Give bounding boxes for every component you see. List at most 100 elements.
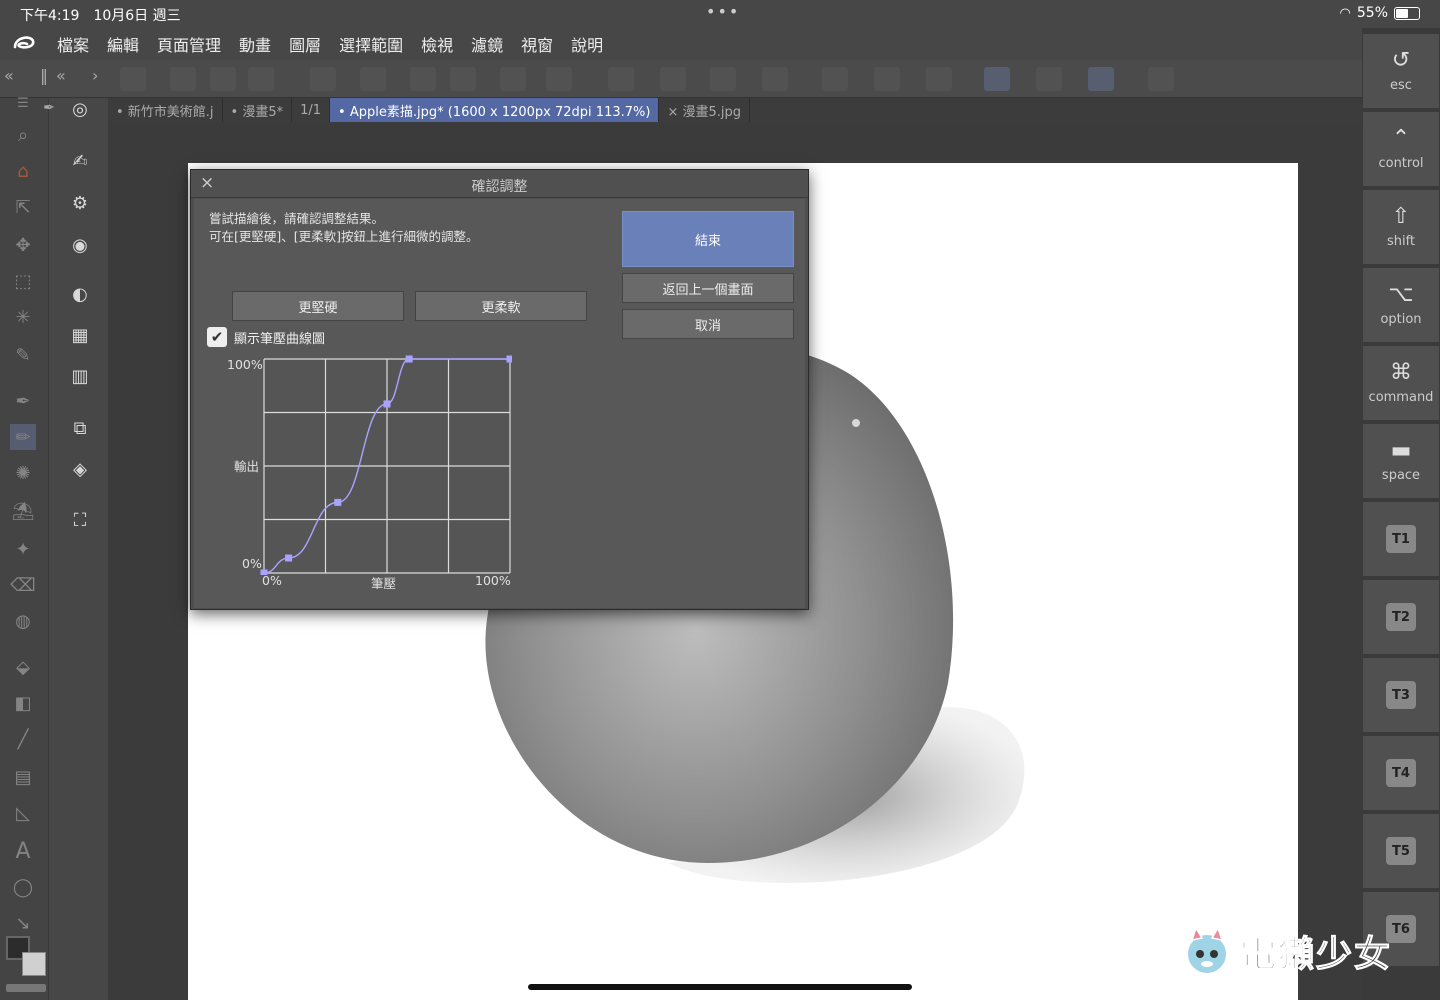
cancel-button[interactable]: 取消 <box>622 309 794 339</box>
decoration-icon[interactable]: ✦ <box>10 536 36 562</box>
crop-icon[interactable] <box>926 67 952 91</box>
open-icon[interactable] <box>210 67 236 91</box>
gradient-icon[interactable]: ◧ <box>10 690 36 716</box>
key-space[interactable]: ▬ space <box>1363 424 1439 498</box>
menu-window[interactable]: 視窗 <box>512 32 562 56</box>
invert-icon[interactable] <box>874 67 900 91</box>
cut-icon[interactable] <box>310 67 336 91</box>
key-t1[interactable]: T1 <box>1363 502 1439 576</box>
snap-icon[interactable] <box>984 67 1010 91</box>
operation-icon[interactable]: ⌂ <box>10 158 36 184</box>
back-button[interactable]: 返回上一個畫面 <box>622 273 794 303</box>
special-ruler-icon[interactable] <box>1088 67 1114 91</box>
color-set-icon[interactable]: ▦ <box>66 321 94 349</box>
pen-shortcut-icon[interactable]: ✒ <box>35 94 63 122</box>
transparent-color-swatch[interactable] <box>6 984 46 992</box>
key-t2[interactable]: T2 <box>1363 580 1439 654</box>
curve-control-point[interactable] <box>285 554 293 562</box>
brush-size-icon[interactable]: ◉ <box>66 231 94 259</box>
menu-view[interactable]: 檢視 <box>412 32 462 56</box>
help-icon[interactable] <box>1148 67 1174 91</box>
show-pressure-curve-checkbox[interactable]: ✔ <box>207 327 227 347</box>
key-option[interactable]: ⌥ option <box>1363 268 1439 342</box>
paste-icon[interactable] <box>410 67 436 91</box>
frame-icon[interactable]: ▤ <box>10 764 36 790</box>
harder-button[interactable]: 更堅硬 <box>232 291 404 321</box>
curve-control-point[interactable] <box>506 355 513 363</box>
key-shift[interactable]: ⇧ shift <box>1363 190 1439 264</box>
fill-bucket-icon[interactable]: ⬙ <box>10 654 36 680</box>
panel-split-icon[interactable]: ‖ <box>40 66 48 85</box>
navigator-icon[interactable]: ⛶ <box>66 506 94 534</box>
eraser-icon[interactable]: ⌫ <box>10 572 36 598</box>
tab-hsinchu-art-museum[interactable]: • 新竹市美術館.j <box>108 98 223 122</box>
marquee-icon[interactable]: ⬚ <box>10 268 36 294</box>
curve-control-point[interactable] <box>260 569 268 576</box>
menu-edit[interactable]: 編輯 <box>98 32 148 56</box>
transform-icon[interactable] <box>450 67 476 91</box>
tab-apple-sketch[interactable]: • Apple素描.jpg* (1600 x 1200px 72dpi 113.… <box>330 98 660 122</box>
redo-icon[interactable] <box>546 67 572 91</box>
eyedropper-icon[interactable]: ✎ <box>10 342 36 368</box>
menu-layer[interactable]: 圖層 <box>280 32 330 56</box>
collapse-left-icon[interactable]: « <box>4 66 14 85</box>
menu-filter[interactable]: 濾鏡 <box>462 32 512 56</box>
key-esc[interactable]: ↺ esc <box>1363 34 1439 108</box>
layers-icon[interactable]: ◈ <box>66 455 94 483</box>
new-file-icon[interactable] <box>170 67 196 91</box>
sub-tool-detail-icon[interactable]: ✍ <box>66 147 94 175</box>
save-icon[interactable] <box>248 67 274 91</box>
magic-wand-icon[interactable]: ✳ <box>10 304 36 330</box>
timeline-icon[interactable]: ▥ <box>66 362 94 390</box>
layer-property-icon[interactable]: ⧉ <box>66 414 94 442</box>
key-t4[interactable]: T4 <box>1363 736 1439 810</box>
curve-control-point[interactable] <box>405 355 413 363</box>
deselect-icon[interactable] <box>822 67 848 91</box>
fill-icon[interactable] <box>710 67 736 91</box>
figure-icon[interactable]: ╱ <box>10 726 36 752</box>
finish-button[interactable]: 結束 <box>622 211 794 267</box>
blend-icon[interactable]: ◍ <box>10 608 36 634</box>
key-control[interactable]: ⌃ control <box>1363 112 1439 186</box>
chevron-right-icon[interactable]: › <box>92 66 98 85</box>
copy-icon[interactable] <box>360 67 386 91</box>
menu-file[interactable]: 檔案 <box>48 32 98 56</box>
pressure-curve-graph[interactable] <box>256 351 512 575</box>
ruler-snap-icon[interactable] <box>1036 67 1062 91</box>
pencil-icon[interactable]: ✏ <box>10 424 36 450</box>
copy-layer-icon[interactable] <box>660 67 686 91</box>
zoom-icon[interactable]: ⌕ <box>10 122 36 148</box>
object-select-icon[interactable]: ⇱ <box>10 194 36 220</box>
tab-manga5-jpg[interactable]: × 漫畫5.jpg <box>659 98 750 122</box>
collapse-left-icon-2[interactable]: « <box>56 66 66 85</box>
move-icon[interactable]: ✥ <box>10 232 36 258</box>
menu-selection[interactable]: 選擇範圍 <box>330 32 412 56</box>
sub-color-swatch[interactable] <box>22 952 46 976</box>
clip-studio-logo-icon[interactable] <box>0 28 48 60</box>
tool-property-icon[interactable]: ⚙ <box>66 189 94 217</box>
brush-icon[interactable]: ✺ <box>10 460 36 486</box>
softer-button[interactable]: 更柔軟 <box>415 291 587 321</box>
multitasking-dots-icon[interactable]: ••• <box>706 2 740 21</box>
correct-line-icon[interactable]: ↘ <box>10 910 36 936</box>
menu-page[interactable]: 頁面管理 <box>148 32 230 56</box>
pen-icon[interactable]: ✒ <box>10 388 36 414</box>
ruler-icon[interactable]: ◺ <box>10 800 36 826</box>
palette-menu-icon[interactable]: ☰ <box>10 90 36 116</box>
key-command[interactable]: ⌘ command <box>1363 346 1439 420</box>
curve-control-point[interactable] <box>383 400 391 408</box>
selection-icon[interactable] <box>762 67 788 91</box>
airbrush-icon[interactable]: ⛱ <box>10 498 36 524</box>
color-circle-icon[interactable]: ◐ <box>66 280 94 308</box>
hamburger-icon[interactable] <box>120 67 146 91</box>
text-icon[interactable]: A <box>10 838 36 864</box>
key-t5[interactable]: T5 <box>1363 814 1439 888</box>
quick-access-icon[interactable]: ◎ <box>66 95 94 123</box>
undo-icon[interactable] <box>500 67 526 91</box>
curve-control-point[interactable] <box>334 498 342 506</box>
menu-help[interactable]: 說明 <box>562 32 612 56</box>
loading-icon[interactable] <box>608 67 634 91</box>
key-t3[interactable]: T3 <box>1363 658 1439 732</box>
balloon-icon[interactable]: ◯ <box>10 874 36 900</box>
menu-animation[interactable]: 動畫 <box>230 32 280 56</box>
